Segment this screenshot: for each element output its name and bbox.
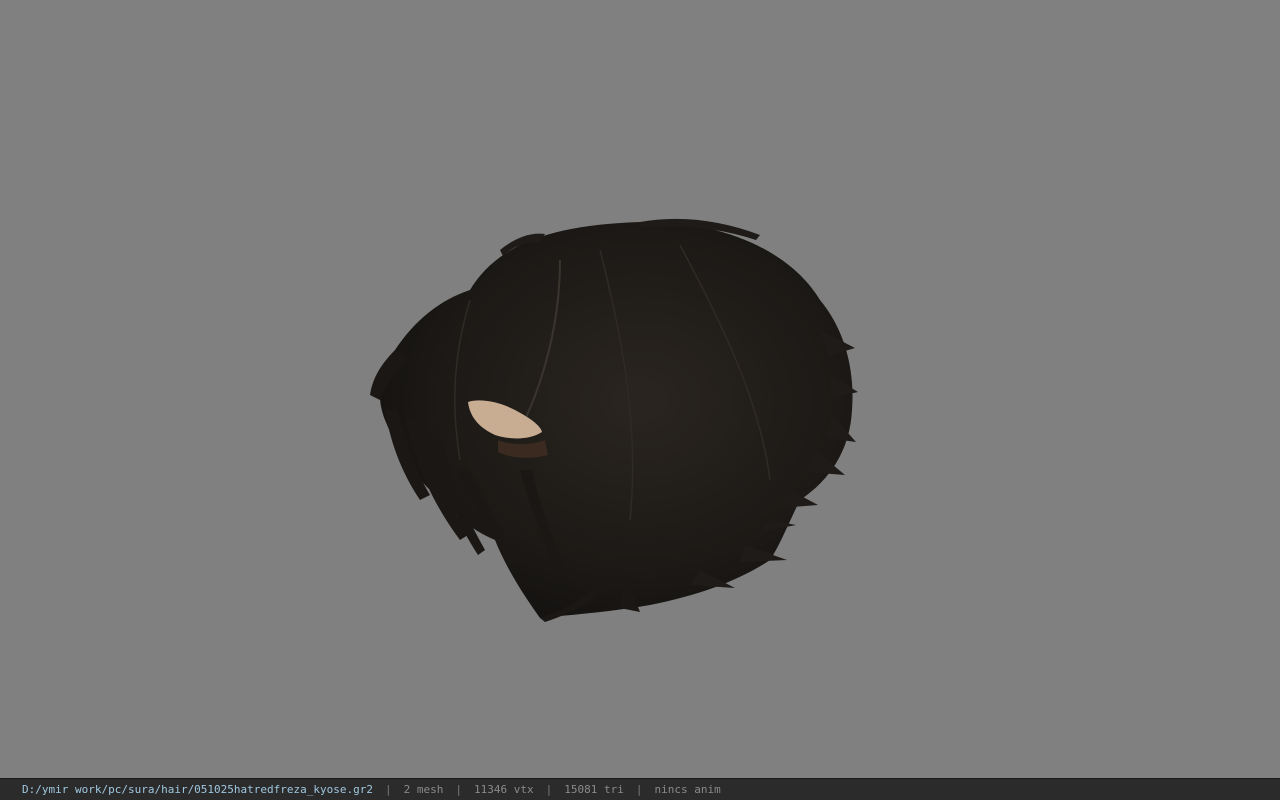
- triangle-count-label: 15081 tri: [564, 783, 624, 796]
- status-bar: D:/ymir work/pc/sura/hair/051025hatredfr…: [0, 778, 1280, 800]
- separator: |: [455, 783, 462, 796]
- mesh-count-label: 2 mesh: [403, 783, 444, 796]
- hair-model-render: [370, 218, 858, 622]
- animation-status-label: nincs anim: [654, 783, 721, 796]
- vertex-count-label: 11346 vtx: [474, 783, 534, 796]
- separator: |: [385, 783, 392, 796]
- separator: |: [545, 783, 553, 796]
- file-path-label: D:/ymir work/pc/sura/hair/051025hatredfr…: [22, 783, 373, 796]
- hair-mesh: [370, 218, 858, 622]
- 3d-viewport[interactable]: [0, 0, 1280, 778]
- separator: |: [635, 783, 643, 796]
